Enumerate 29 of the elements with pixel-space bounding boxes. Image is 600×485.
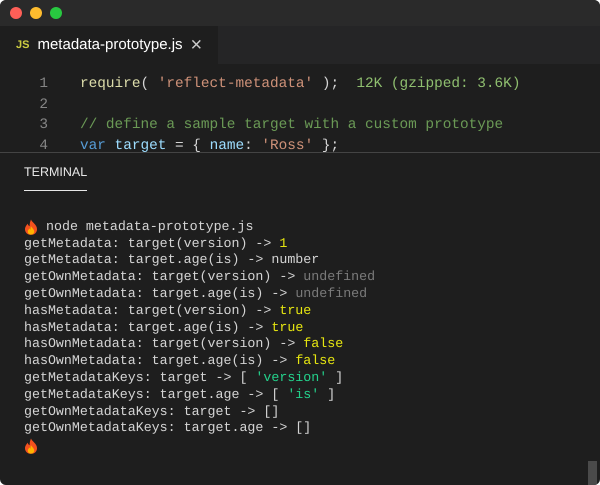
window-control-button[interactable] [10,7,22,19]
terminal-tab[interactable]: TERMINAL [24,153,88,191]
code-line: var target = { name: 'Ross' }; [80,138,340,152]
editor-tab[interactable]: JS metadata-prototype.js × [0,26,218,64]
command-line: node metadata-prototype.js [46,218,254,236]
close-tab-button[interactable]: × [190,35,202,55]
output-line: hasOwnMetadata: target(version) -> false [24,336,344,354]
output-line: hasMetadata: target(version) -> true [24,302,312,320]
output-line: getOwnMetadata: target.age(is) -> undefined [24,286,368,303]
output-line: getOwnMetadataKeys: target -> [] [24,404,280,420]
output-line: hasMetadata: target.age(is) -> true [24,320,304,336]
output-line: getOwnMetadata: target(version) -> undefined [24,269,376,286]
line-number: 2 [38,96,48,114]
output-line: getMetadataKeys: target.age -> [ 'is' ] [24,386,336,404]
line-number: 1 [38,75,48,94]
window-control-button[interactable] [50,7,62,19]
output-line: hasOwnMetadata: target.age(is) -> false [24,353,336,370]
code-line: require( 'reflect-metadata' ); 12K (gzipped: 3.6K) [80,76,520,92]
line-number: 3 [38,116,48,135]
scrollbar-thumb[interactable] [588,461,597,485]
window-control-button[interactable] [30,7,42,19]
line-number: 4 [38,136,48,152]
output-line: getMetadata: target.age(is) -> number [24,252,320,270]
output-line: getOwnMetadataKeys: target.age -> [] [24,420,312,438]
output-line: getMetadata: target(version) -> 1 [24,236,288,252]
tab-label: metadata-prototype.js [37,34,183,55]
code-line: // define a sample target with a custom prototype [80,117,504,133]
output-line: getMetadataKeys: target -> [ 'version' ] [24,370,344,387]
js-file-icon: JS [16,36,30,54]
